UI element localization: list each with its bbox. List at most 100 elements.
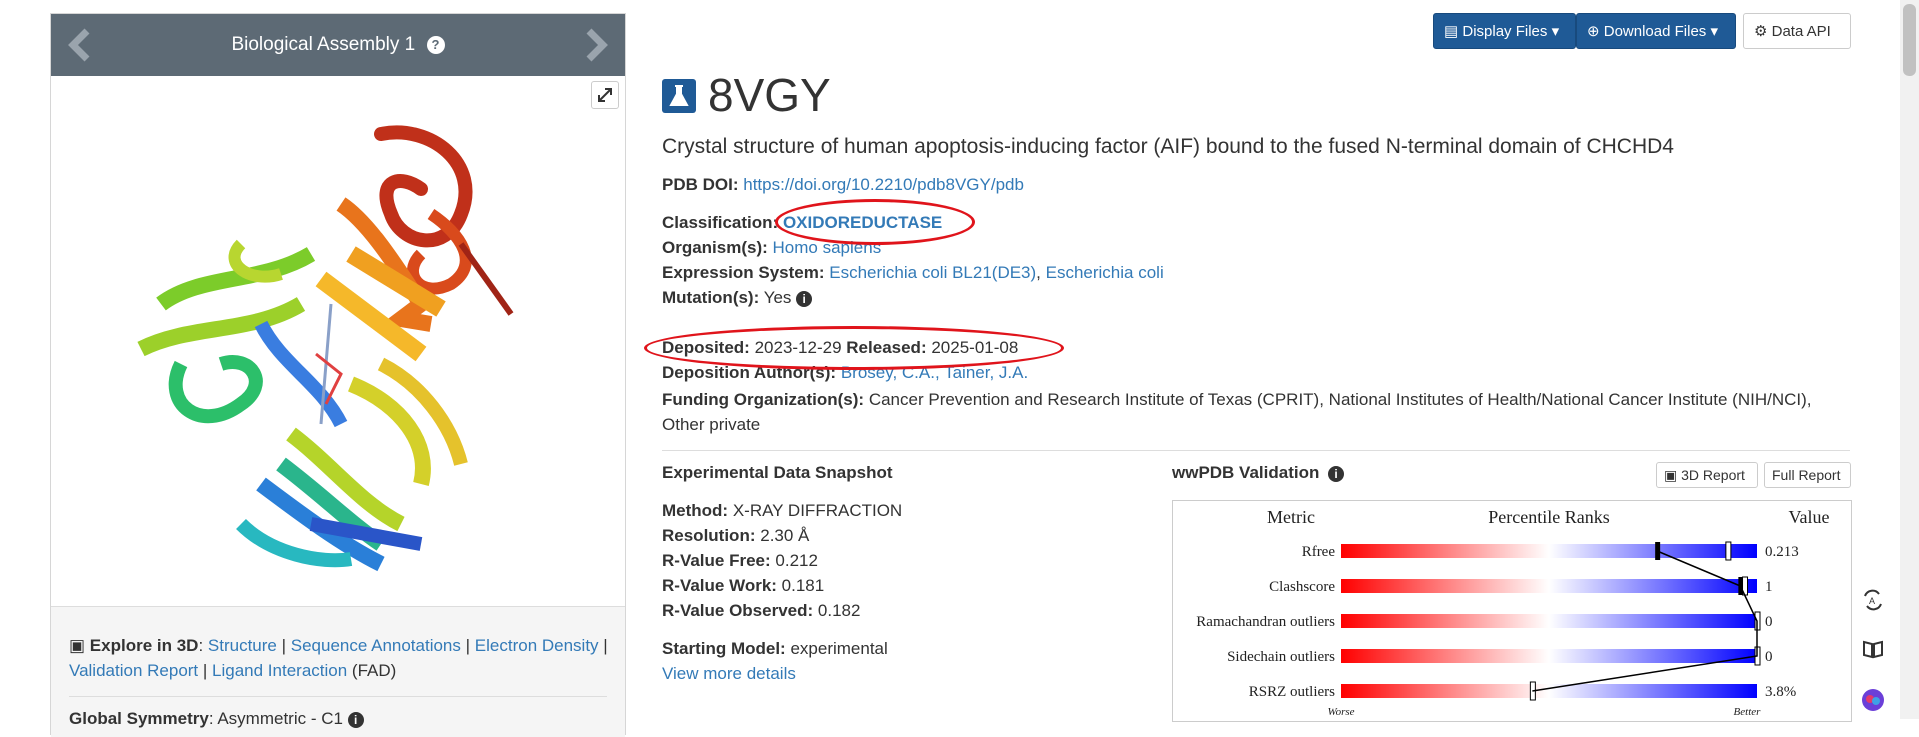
- link-ligand-interaction[interactable]: Ligand Interaction: [212, 661, 347, 680]
- download-icon: ⊕: [1587, 23, 1600, 40]
- link-sequence-annotations[interactable]: Sequence Annotations: [291, 636, 461, 655]
- classification-label: Classification:: [662, 213, 779, 232]
- rfree-value: 0.212: [775, 551, 818, 570]
- metric-label: Ramachandran outliers: [1196, 614, 1335, 630]
- info-icon[interactable]: i: [347, 712, 364, 728]
- next-assembly-icon[interactable]: [579, 28, 613, 62]
- info-icon[interactable]: i: [1328, 466, 1345, 482]
- translate-icon[interactable]: A: [1861, 588, 1885, 612]
- caret-down-icon: ▾: [1710, 23, 1718, 40]
- starting-value: experimental: [790, 639, 888, 658]
- funding-row: Funding Organization(s): Cancer Preventi…: [662, 387, 1852, 437]
- annotation-circle-classification: [775, 199, 975, 245]
- data-api-label: Data API: [1771, 23, 1831, 40]
- percentile-slider: [1341, 544, 1757, 558]
- full-report-button[interactable]: Full Report: [1764, 462, 1851, 488]
- resolution-label: Resolution:: [662, 526, 756, 545]
- entry-id: 8VGY: [708, 69, 831, 121]
- cube-icon: ▣: [69, 636, 86, 655]
- assembly-title: Biological Assembly 1 ?: [51, 14, 625, 76]
- scrollbar[interactable]: [1900, 0, 1919, 719]
- view-more-row: View more details: [662, 662, 796, 686]
- divider: [662, 450, 1850, 451]
- col-metric-header: Metric: [1267, 507, 1315, 527]
- method-row: Method: X-RAY DIFFRACTION: [662, 499, 902, 523]
- rfree-label: R-Value Free:: [662, 551, 771, 570]
- entry-title: Crystal structure of human apoptosis-ind…: [662, 135, 1674, 158]
- validation-title-text: wwPDB Validation: [1172, 463, 1320, 482]
- method-label: Method:: [662, 501, 729, 520]
- expression-link-1[interactable]: Escherichia coli BL21(DE3): [829, 263, 1036, 282]
- svg-text:A: A: [1869, 596, 1875, 606]
- organism-label: Organism(s):: [662, 238, 768, 257]
- divider: [69, 696, 607, 697]
- ligand-suffix: (FAD): [351, 661, 397, 680]
- link-electron-density[interactable]: Electron Density: [475, 636, 599, 655]
- data-api-button[interactable]: ⚙ Data API: [1743, 13, 1851, 49]
- percentile-similar-marker: [1725, 541, 1732, 561]
- help-icon[interactable]: ?: [426, 36, 445, 54]
- metric-label: Clashscore: [1269, 579, 1335, 595]
- download-files-label: Download Files: [1603, 23, 1707, 40]
- global-symmetry: Global Symmetry: Asymmetric - C1 i: [69, 709, 364, 729]
- mutation-value: Yes: [763, 288, 792, 307]
- percentile-slider: [1341, 579, 1757, 593]
- mutation-row: Mutation(s): Yes i: [662, 286, 813, 310]
- annotation-circle-dates: [644, 326, 1064, 370]
- fullscreen-button[interactable]: [591, 81, 619, 109]
- flask-icon: [662, 79, 696, 113]
- scrollbar-thumb[interactable]: [1903, 4, 1916, 76]
- display-files-label: Display Files: [1462, 23, 1548, 40]
- percentile-slider: [1341, 684, 1757, 698]
- view-more-link[interactable]: View more details: [662, 664, 796, 683]
- validation-title: wwPDB Validation i: [1172, 463, 1345, 483]
- validation-chart-svg: Metric Percentile Ranks Value Rfree 0.213…: [1196, 507, 1830, 718]
- explore-box: ▣ Explore in 3D: Structure | Sequence An…: [51, 606, 625, 737]
- rwork-row: R-Value Work: 0.181: [662, 574, 824, 598]
- assembly-header: Biological Assembly 1 ?: [51, 14, 625, 76]
- expression-link-2[interactable]: Escherichia coli: [1046, 263, 1164, 282]
- mutation-label: Mutation(s):: [662, 288, 760, 307]
- resolution-value: 2.30 Å: [760, 526, 810, 545]
- metric-value: 1: [1765, 579, 1773, 595]
- download-files-button[interactable]: ⊕ Download Files ▾: [1576, 13, 1736, 49]
- robs-value: 0.182: [817, 601, 861, 620]
- starting-model-row: Starting Model: experimental: [662, 637, 888, 661]
- doi-label: PDB DOI:: [662, 175, 739, 194]
- link-validation-report[interactable]: Validation Report: [69, 661, 198, 680]
- rwork-label: R-Value Work:: [662, 576, 777, 595]
- display-files-button[interactable]: ▤ Display Files ▾: [1433, 13, 1576, 49]
- percentile-slider: [1341, 649, 1757, 663]
- snapshot-title: Experimental Data Snapshot: [662, 463, 893, 482]
- rwork-value: 0.181: [781, 576, 825, 595]
- better-label: Better: [1734, 706, 1762, 718]
- caret-down-icon: ▾: [1551, 23, 1560, 40]
- metric-label: RSRZ outliers: [1249, 684, 1335, 700]
- col-ranks-header: Percentile Ranks: [1488, 507, 1609, 527]
- metric-value: 0: [1765, 614, 1773, 630]
- starting-label: Starting Model:: [662, 639, 786, 658]
- validation-chart[interactable]: Metric Percentile Ranks Value Rfree 0.213…: [1172, 500, 1852, 722]
- explore-label: Explore in 3D: [89, 636, 199, 655]
- metric-value: 0.213: [1765, 544, 1799, 560]
- metric-label: Sidechain outliers: [1227, 649, 1335, 665]
- doi-link[interactable]: https://doi.org/10.2210/pdb8VGY/pdb: [743, 175, 1024, 194]
- worse-label: Worse: [1327, 706, 1354, 718]
- book-icon[interactable]: [1861, 637, 1885, 661]
- explore-links: ▣ Explore in 3D: Structure | Sequence An…: [69, 636, 608, 680]
- link-structure[interactable]: Structure: [208, 636, 277, 655]
- structure-viewer-panel: Biological Assembly 1 ? ▣ Explore in 3D:…: [50, 13, 626, 737]
- protein-structure-image[interactable]: [101, 104, 571, 584]
- expression-label: Expression System:: [662, 263, 825, 282]
- resolution-row: Resolution: 2.30 Å: [662, 524, 809, 548]
- brain-icon[interactable]: [1861, 688, 1885, 712]
- expression-row: Expression System: Escherichia coli BL21…: [662, 263, 1164, 282]
- method-value: X-RAY DIFFRACTION: [732, 501, 903, 520]
- info-icon[interactable]: i: [796, 291, 813, 307]
- metric-value: 0: [1765, 649, 1773, 665]
- robs-label: R-Value Observed:: [662, 601, 814, 620]
- 3d-report-button[interactable]: ▣ 3D Report: [1656, 462, 1758, 488]
- doi-row: PDB DOI: https://doi.org/10.2210/pdb8VGY…: [662, 173, 1024, 197]
- col-value-header: Value: [1789, 507, 1830, 527]
- metric-value: 3.8%: [1765, 684, 1796, 700]
